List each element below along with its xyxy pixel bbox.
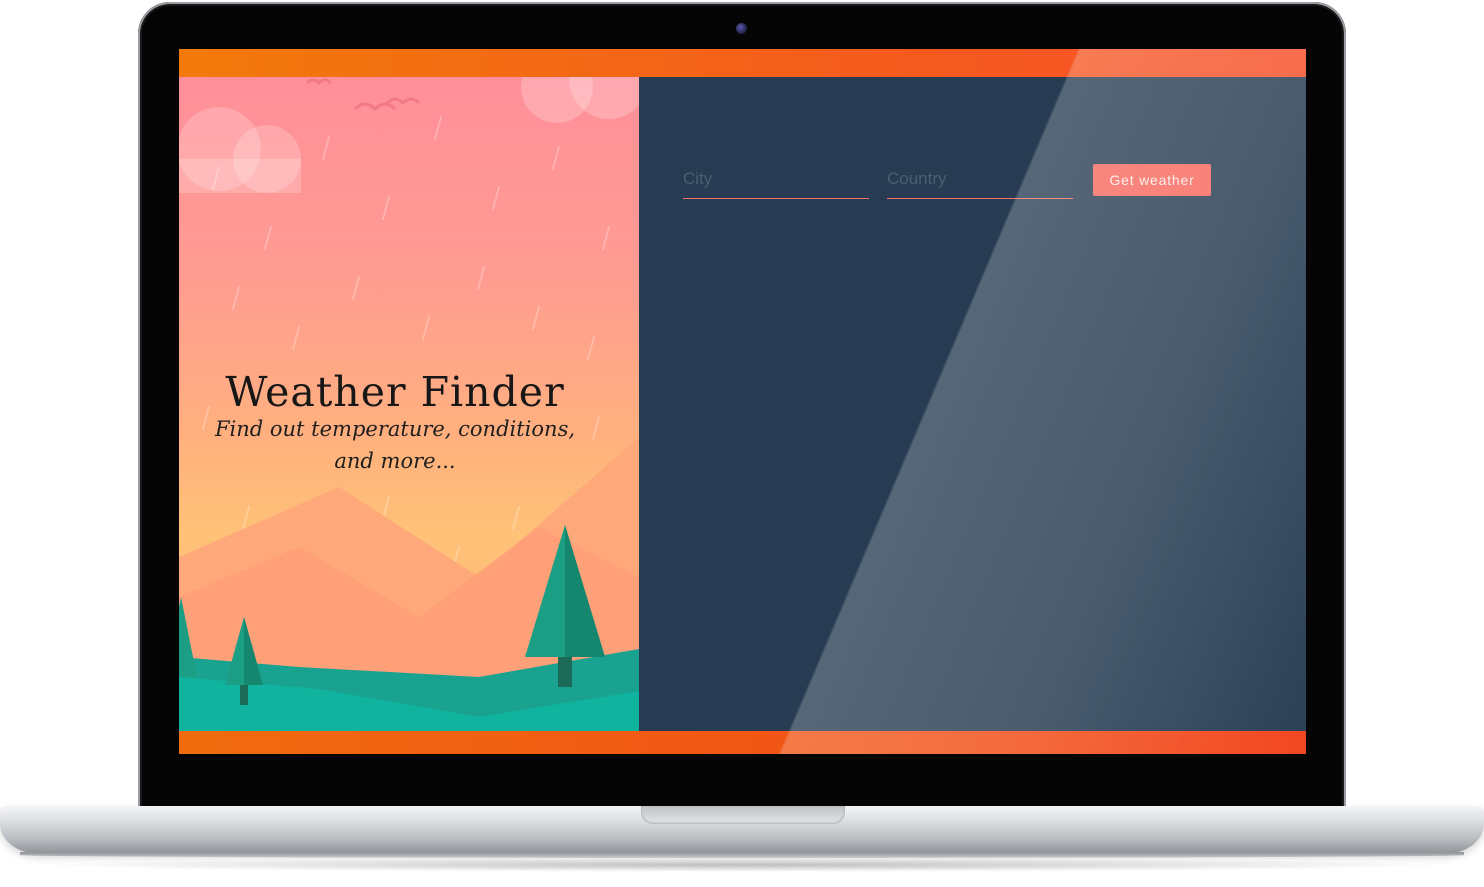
bird-icon — [305, 78, 421, 112]
camera-icon — [736, 23, 747, 34]
top-accent-bar — [179, 49, 1306, 77]
app-screen: Weather Finder Find out temperature, con… — [179, 49, 1306, 754]
country-input[interactable] — [887, 164, 1073, 199]
city-input[interactable] — [683, 164, 869, 199]
laptop-shadow — [30, 858, 1454, 872]
get-weather-button[interactable]: Get weather — [1093, 164, 1211, 196]
cloud-icon-2 — [521, 77, 639, 123]
laptop-base-edge — [20, 852, 1464, 858]
form-panel: Get weather — [639, 77, 1306, 731]
hero-panel: Weather Finder Find out temperature, con… — [179, 77, 639, 731]
app-title: Weather Finder — [225, 368, 565, 416]
laptop-notch — [641, 806, 845, 824]
app-subtitle: Find out temperature, conditions, and mo… — [214, 417, 576, 473]
bottom-accent-bar — [179, 731, 1306, 754]
cloud-icon — [179, 107, 301, 193]
